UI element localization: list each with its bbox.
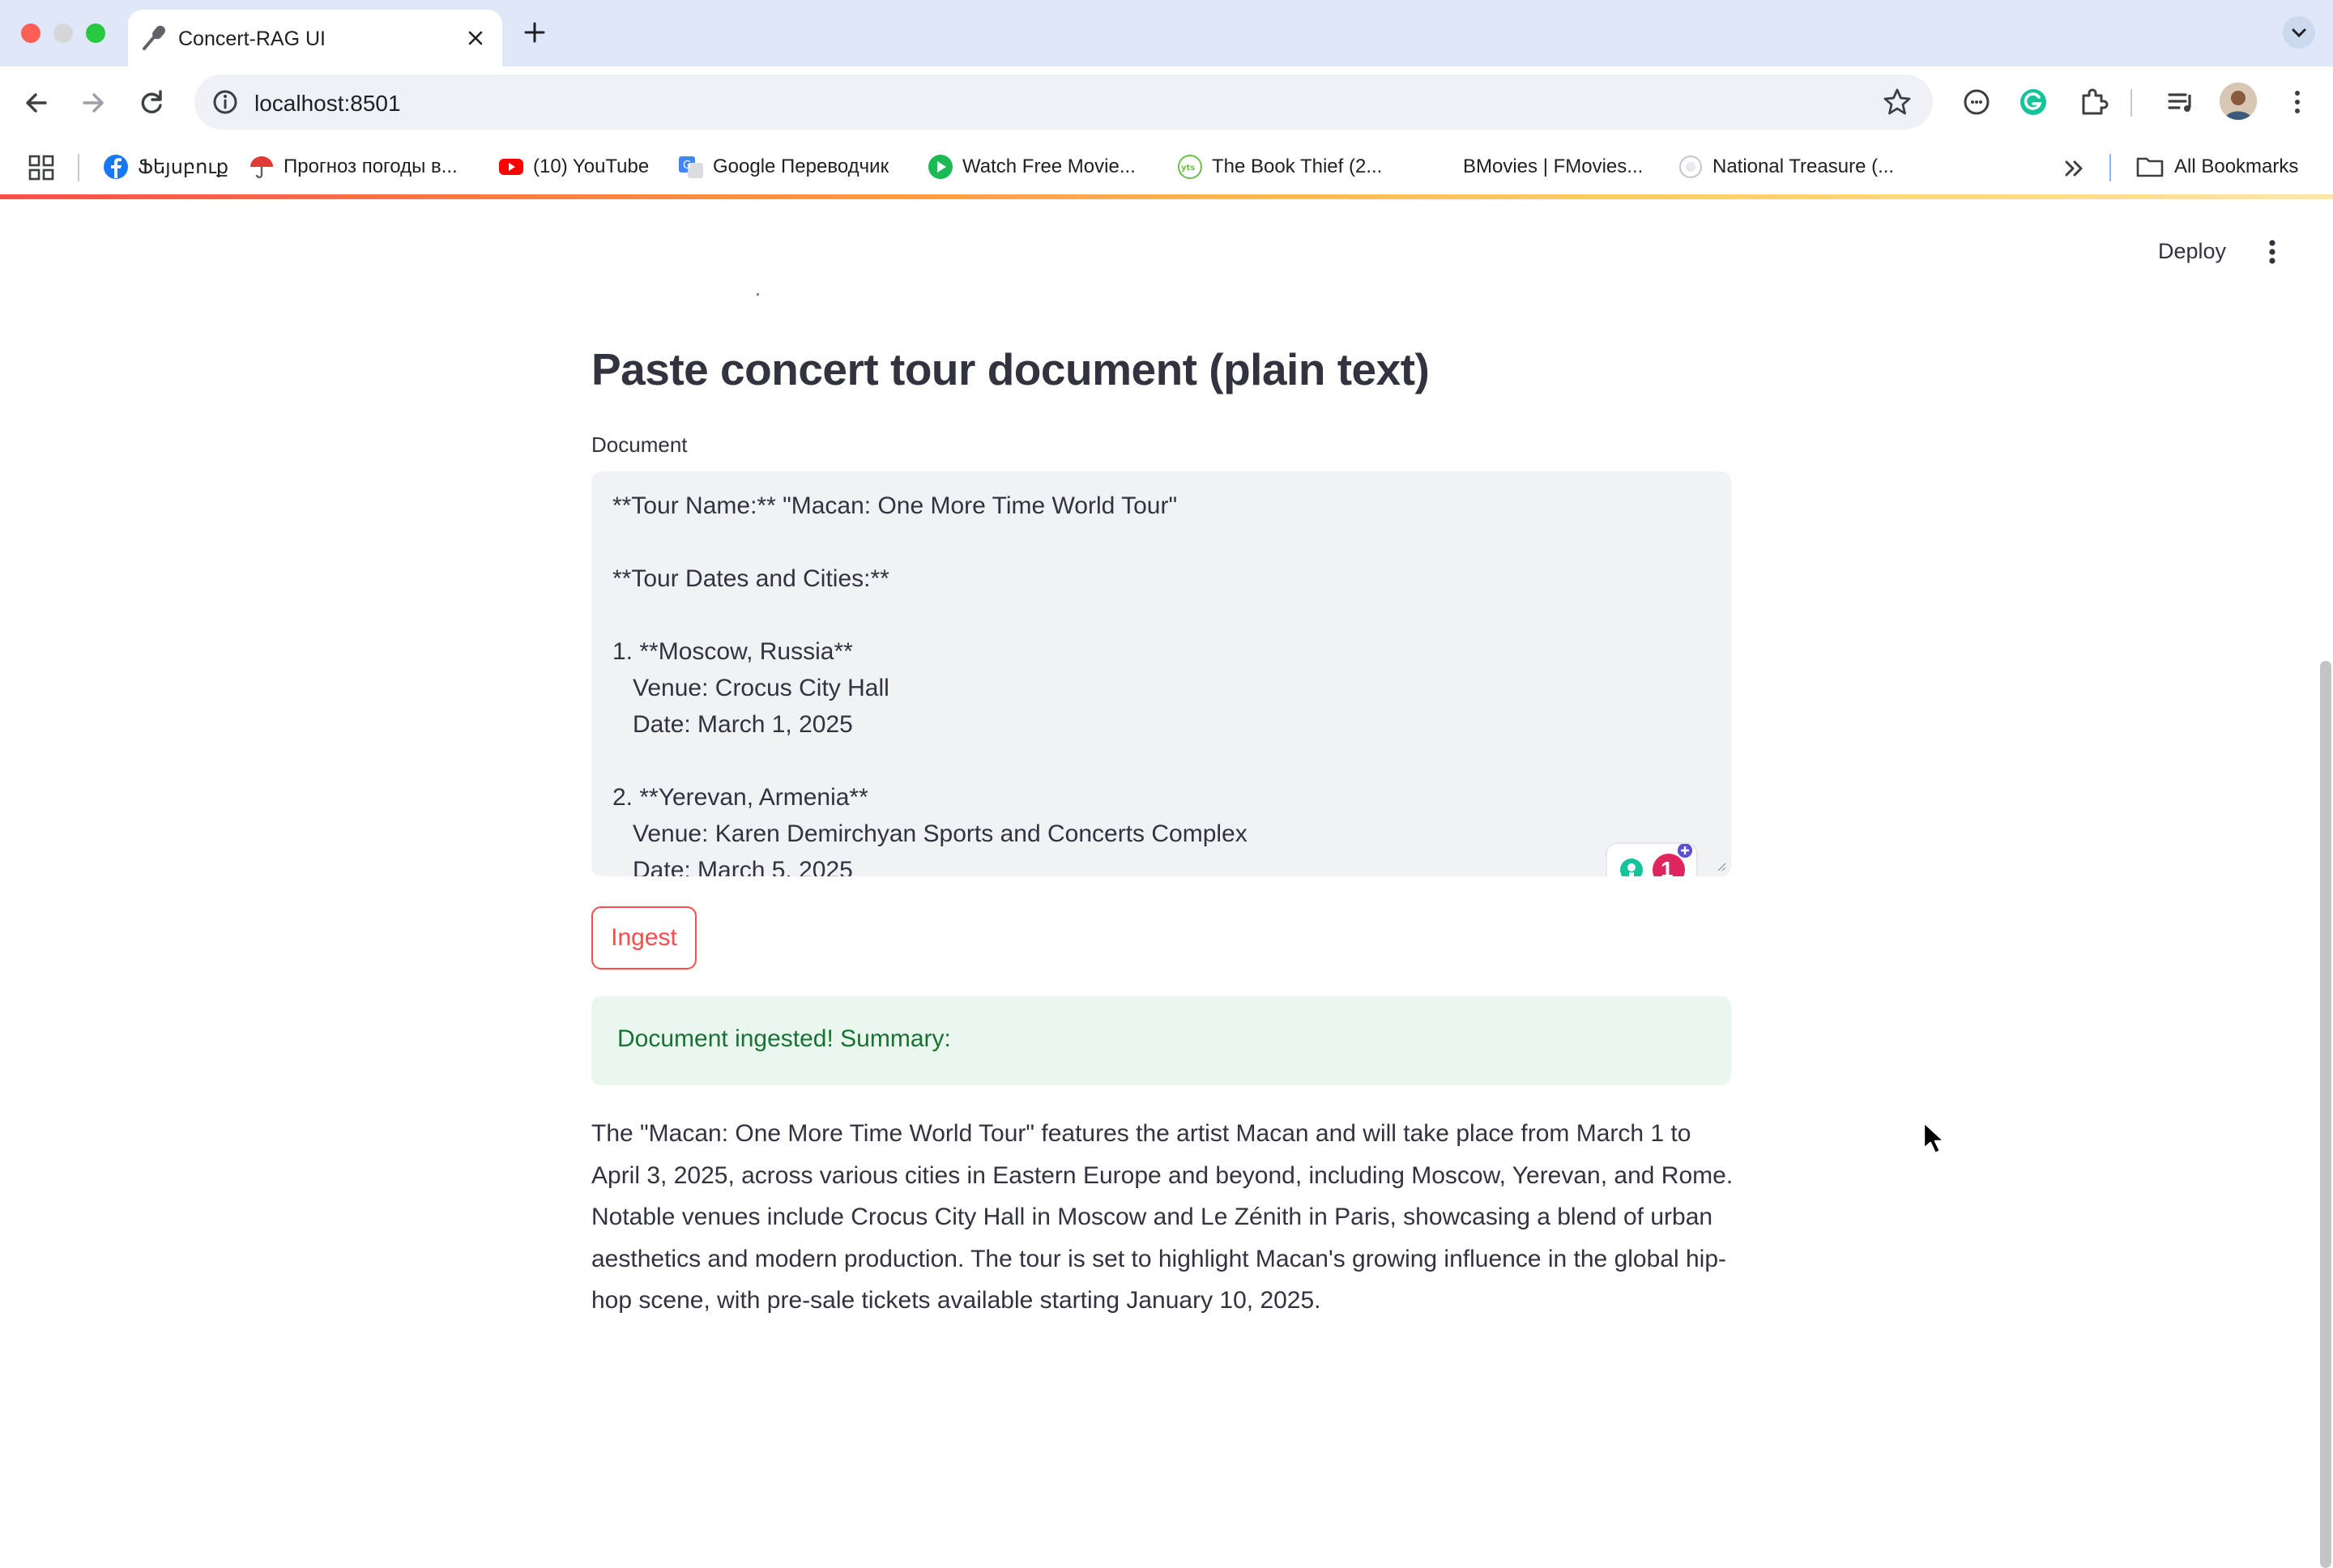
yts-icon: yts [1178, 155, 1202, 179]
microphone-icon [143, 25, 165, 50]
youtube-icon [499, 159, 523, 175]
grammarly-count: 1 [1661, 857, 1674, 876]
back-arrow-icon[interactable] [16, 83, 57, 123]
document-field-label: Document [591, 432, 688, 457]
bookmarks-bar: Ֆեյսբուք Прогноз погоды в... (10) YouTub… [0, 139, 2333, 194]
folder-icon [2136, 157, 2164, 177]
facebook-icon [104, 155, 128, 179]
all-bookmarks-label: All Bookmarks [2174, 156, 2299, 177]
bookmark-label: Ֆեյսբուք [138, 156, 229, 178]
bookmark-bmovies[interactable]: BMovies | FMovies... [1463, 149, 1643, 185]
bookmarks-divider [78, 154, 79, 181]
page-title: Paste concert tour document (plain text) [591, 344, 1430, 394]
grammarly-widget[interactable]: 1 [1606, 842, 1698, 876]
deploy-button[interactable]: Deploy [2143, 232, 2241, 271]
window-close-button[interactable] [21, 23, 41, 43]
svg-text:yts: yts [1181, 164, 1195, 173]
play-icon [928, 155, 953, 179]
bookmark-youtube[interactable]: (10) YouTube [497, 149, 649, 185]
puzzle-piece-icon[interactable] [2072, 81, 2114, 123]
grammarly-icon[interactable] [2012, 81, 2054, 123]
chevron-down-icon [2292, 28, 2306, 38]
tab-title: Concert-RAG UI [178, 28, 326, 50]
mouse-cursor-icon [1922, 1121, 1946, 1155]
url-text[interactable]: localhost:8501 [254, 91, 401, 117]
resize-handle-icon[interactable] [1717, 862, 1726, 871]
umbrella-icon [250, 156, 273, 179]
bookmark-label: Google Переводчик [713, 156, 889, 177]
info-icon[interactable] [206, 83, 245, 121]
success-alert: Document ingested! Summary: [591, 996, 1731, 1085]
browser-toolbar: localhost:8501 [0, 66, 2333, 139]
apps-grid-icon[interactable] [28, 154, 55, 181]
bookmark-label: BMovies | FMovies... [1463, 156, 1644, 177]
bookmark-national-treasure[interactable]: National Treasure (... [1677, 149, 1894, 185]
media-control-icon[interactable] [2160, 81, 2202, 123]
plus-icon[interactable] [518, 16, 551, 49]
app-main: Deploy Paste concert tour document (plai… [0, 199, 2333, 1568]
success-message: Document ingested! Summary: [617, 1025, 951, 1052]
globe-icon [1679, 156, 1702, 178]
scrollbar-thumb[interactable] [2320, 661, 2331, 1568]
bookmark-weather[interactable]: Прогноз погоды в... [248, 149, 458, 185]
bookmarks-divider [2109, 154, 2111, 181]
window-minimize-button[interactable] [53, 23, 73, 43]
bookmark-label: (10) YouTube [533, 156, 650, 177]
kebab-menu-icon[interactable] [2276, 81, 2318, 123]
browser-tab-strip: Concert-RAG UI [0, 0, 2333, 66]
reload-icon[interactable] [131, 83, 172, 123]
bookmark-book-thief[interactable]: yts The Book Thief (2... [1176, 149, 1382, 185]
document-text[interactable]: **Tour Name:** "Macan: One More Time Wor… [612, 488, 1710, 876]
window-zoom-button[interactable] [86, 23, 105, 43]
kebab-menu-icon[interactable] [2254, 232, 2291, 272]
grammarly-bulb-icon [1620, 842, 1694, 876]
bookmark-label: The Book Thief (2... [1212, 156, 1383, 177]
tab-search-button[interactable] [2283, 16, 2315, 49]
all-bookmarks-button[interactable]: All Bookmarks [2135, 149, 2298, 185]
address-bar[interactable]: localhost:8501 [194, 75, 1933, 130]
extension-dots-icon[interactable] [1956, 81, 1998, 123]
summary-text: The "Macan: One More Time World Tour" fe… [591, 1120, 1734, 1314]
bookmark-facebook[interactable]: Ֆեյսբուք [102, 149, 228, 185]
toolbar-divider [2130, 89, 2132, 117]
document-textarea[interactable]: **Tour Name:** "Macan: One More Time Wor… [591, 471, 1731, 876]
bookmark-label: Прогноз погоды в... [284, 156, 458, 177]
forward-arrow-icon[interactable] [73, 83, 113, 123]
bookmark-label: National Treasure (... [1712, 156, 1895, 177]
browser-tab-active[interactable]: Concert-RAG UI [128, 10, 502, 66]
bookmark-label: Watch Free Movie... [962, 156, 1136, 177]
bookmark-google-translate[interactable]: G Google Переводчик [677, 149, 889, 185]
chevron-double-right-icon[interactable] [2058, 152, 2090, 185]
bookmark-star-icon[interactable] [1879, 84, 1915, 120]
translate-icon: G [679, 156, 703, 178]
ingest-button[interactable]: Ingest [591, 906, 697, 969]
svg-text:G: G [683, 160, 691, 172]
decorative-dot [757, 293, 759, 296]
close-icon[interactable] [462, 24, 489, 52]
profile-avatar[interactable] [2220, 83, 2257, 120]
bookmark-watch-movies[interactable]: Watch Free Movie... [927, 149, 1136, 185]
profile-photo-icon [2220, 83, 2257, 120]
